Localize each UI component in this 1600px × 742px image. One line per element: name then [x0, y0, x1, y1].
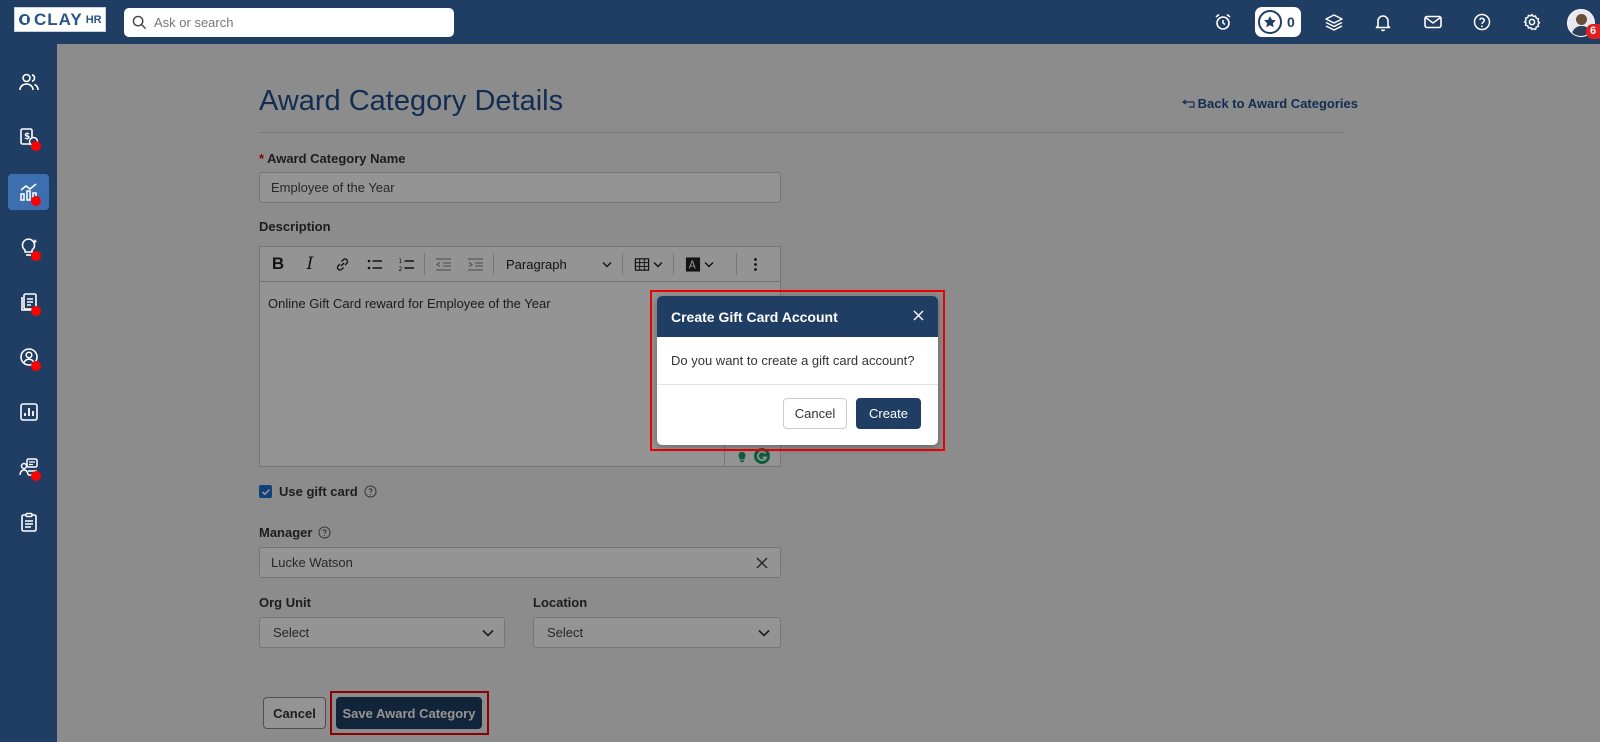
- alarm-icon[interactable]: [1212, 11, 1234, 33]
- people-icon: [18, 73, 39, 91]
- mail-icon[interactable]: [1422, 11, 1444, 33]
- checklist-icon: [20, 512, 37, 532]
- search-box[interactable]: [124, 8, 454, 37]
- dialog-message: Do you want to create a gift card accoun…: [657, 337, 938, 385]
- dialog-footer: Cancel Create: [657, 385, 938, 445]
- logo-text: CLAY: [34, 9, 83, 29]
- notification-dot: [31, 196, 41, 206]
- notification-dot: [31, 471, 41, 481]
- layers-icon[interactable]: [1323, 11, 1345, 33]
- sidebar-item-performance[interactable]: [8, 174, 49, 210]
- notification-dot: [31, 251, 41, 261]
- top-bar: CLAY HR 0 6: [0, 0, 1600, 44]
- sidebar-item-people[interactable]: [8, 64, 49, 100]
- bell-icon[interactable]: [1372, 11, 1394, 33]
- gear-icon[interactable]: [1521, 11, 1543, 33]
- search-icon: [132, 15, 147, 30]
- dialog-create-button[interactable]: Create: [856, 398, 921, 429]
- notification-dot: [31, 306, 41, 316]
- avatar-notification-badge: 6: [1586, 24, 1600, 39]
- rewards-count: 0: [1287, 14, 1295, 30]
- sidebar-item-documents[interactable]: [8, 284, 49, 320]
- dialog-cancel-button[interactable]: Cancel: [783, 398, 847, 429]
- sidebar-item-profile[interactable]: [8, 339, 49, 375]
- sidebar-item-checklist[interactable]: [8, 504, 49, 540]
- help-icon[interactable]: [1471, 11, 1493, 33]
- star-icon: [1258, 10, 1282, 34]
- sidebar-item-recruiting[interactable]: [8, 449, 49, 485]
- sidebar: $: [0, 44, 57, 742]
- notification-dot: [31, 361, 41, 371]
- clayhr-logo[interactable]: CLAY HR: [14, 7, 106, 32]
- reports-icon: [19, 403, 38, 421]
- create-gift-card-dialog: Create Gift Card Account Do you want to …: [657, 296, 938, 445]
- sidebar-item-ideas[interactable]: [8, 229, 49, 265]
- dialog-close-button[interactable]: [913, 308, 924, 326]
- close-icon: [913, 310, 924, 320]
- logo-mark-icon: [19, 14, 30, 25]
- notification-dot: [31, 141, 41, 151]
- rewards-button[interactable]: 0: [1255, 7, 1301, 37]
- dialog-title: Create Gift Card Account: [671, 308, 838, 325]
- sidebar-item-reports[interactable]: [8, 394, 49, 430]
- search-input[interactable]: [154, 15, 434, 30]
- sidebar-item-payroll[interactable]: $: [8, 119, 49, 155]
- dialog-header: Create Gift Card Account: [657, 296, 938, 337]
- logo-sub: HR: [85, 13, 102, 26]
